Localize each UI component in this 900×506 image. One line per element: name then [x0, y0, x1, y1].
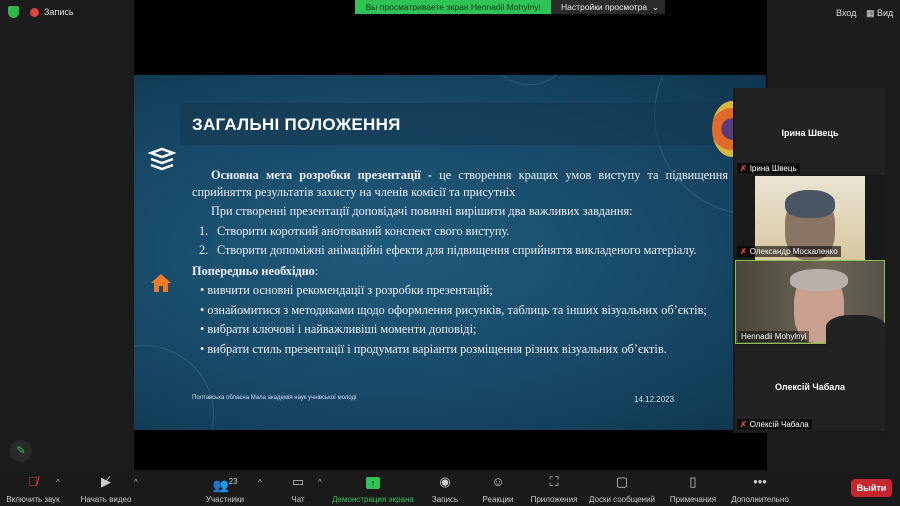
participants-label: Участники	[205, 495, 245, 504]
top-bar: Запись Вы просматриваете экран Hennadii …	[0, 0, 900, 25]
record-icon: ◉	[439, 474, 451, 489]
participant-shirt	[826, 315, 886, 345]
whiteboards-label: Доски сообщений	[588, 495, 655, 504]
unmute-button[interactable]: 🎙̸ Включить звук	[4, 473, 62, 504]
participant-hair	[785, 190, 835, 218]
tasks-intro: При створенні презентації доповідачі пов…	[211, 204, 633, 218]
audio-options-caret[interactable]: ^	[56, 478, 60, 487]
participants-button[interactable]: 👥23 Участники	[200, 473, 250, 504]
prereq-heading: Попередньо необхідно	[192, 263, 315, 278]
home-icon	[151, 274, 171, 292]
share-screen-button[interactable]: ↑ Демонстрация экрана	[330, 473, 416, 504]
active-speaker-video[interactable]: Hennadii Mohylnyi	[735, 260, 886, 345]
more-label: Дополнительно	[731, 495, 789, 504]
share-screen-icon: ↑	[330, 473, 416, 491]
participants-icon-group: 👥23	[200, 473, 250, 493]
list-text: Створити допоміжні анімаційні ефекти для…	[217, 243, 697, 257]
reactions-button[interactable]: ☺ Реакции	[480, 473, 516, 504]
viewing-screen-banner: Вы просматриваете экран Hennadii Mohylny…	[355, 0, 551, 14]
leave-button[interactable]: Выйти	[851, 479, 892, 497]
list-item: 1. Створити короткий анотований конспект …	[192, 223, 728, 240]
participants-options-caret[interactable]: ^	[258, 478, 262, 487]
more-dots-icon: •••	[753, 474, 767, 489]
apps-button[interactable]: ⛶ Приложения	[528, 473, 580, 504]
participant-nametag: ✗ Олексій Чабала	[737, 419, 812, 430]
reactions-icon: ☺	[491, 474, 505, 489]
whiteboard-icon: ▢	[615, 474, 629, 489]
view-label: Вид	[877, 8, 894, 18]
slide-footer: Полтавська обласна Мала академія наук уч…	[192, 395, 357, 401]
participant-nametag: Hennadii Mohylnyi	[738, 331, 810, 342]
start-video-button[interactable]: ▶̸ Начать видео	[78, 473, 134, 504]
view-button[interactable]: ▦ Вид	[866, 8, 893, 19]
participant-name: Олексій Чабала	[749, 420, 809, 429]
chevron-down-icon: ⌄	[651, 2, 659, 12]
slide-body: Основна мета розробки презентації - це с…	[192, 167, 728, 360]
bullet-item: • вибрати ключові і найважливіші моменти…	[200, 322, 477, 336]
goal-bold: Основна мета розробки презентації -	[211, 168, 433, 182]
meeting-toolbar: 🎙̸ Включить звук ^ ▶̸ Начать видео ^ 👥23 Уч…	[0, 470, 900, 506]
participants-icon: 👥	[212, 477, 229, 493]
chat-button[interactable]: ▭ Чат	[284, 473, 312, 504]
books-icon	[148, 147, 176, 171]
decor-ring	[494, 75, 564, 85]
record-button[interactable]: ◉ Запись	[428, 473, 462, 504]
participant-name: Олександр Москаленко	[749, 247, 838, 256]
record-icon	[30, 8, 39, 17]
bullet-item: • вибрати стиль презентації і продумати …	[200, 341, 667, 356]
chat-label: Чат	[291, 495, 305, 504]
list-number: 1.	[199, 223, 209, 238]
start-video-label: Начать видео	[80, 495, 132, 504]
grid-icon: ▦	[866, 8, 878, 18]
list-number: 2.	[199, 243, 209, 257]
chat-icon: ▭	[291, 474, 305, 489]
participants-video-panel: Ірина Швець ✗ Ірина Швець ✗ Олександр Моск…	[733, 88, 887, 433]
participant-tile[interactable]: Олексій Чабала ✗ Олексій Чабала	[735, 345, 885, 431]
muted-mic-icon: ✗	[740, 420, 747, 429]
whiteboards-button[interactable]: ▢ Доски сообщений	[586, 473, 658, 504]
muted-mic-icon: ✗	[740, 247, 747, 256]
slide-date: 14.12.2023	[634, 395, 675, 404]
list-text: Створити короткий анотований конспект св…	[217, 223, 510, 238]
apps-icon: ⛶	[549, 474, 559, 489]
share-screen-label: Демонстрация экрана	[332, 495, 414, 504]
participant-tile[interactable]: Ірина Швець ✗ Ірина Швець	[735, 88, 885, 175]
bullet-item: • вивчити основні рекомендації з розробк…	[200, 283, 493, 297]
presentation-slide: ЗАГАЛЬНІ ПОЛОЖЕННЯ Основна мета розробки…	[134, 75, 766, 430]
notes-icon: ▯	[689, 474, 697, 489]
notes-button[interactable]: ▯ Примечания	[668, 473, 718, 504]
participant-name-center: Олексій Чабала	[774, 382, 846, 392]
more-button[interactable]: ••• Дополнительно	[728, 473, 792, 504]
list-item: 2. Створити допоміжні анімаційні ефекти д…	[192, 242, 728, 259]
reactions-label: Реакции	[482, 495, 514, 504]
chat-options-caret[interactable]: ^	[318, 478, 322, 487]
record-label: Запись	[431, 495, 459, 504]
view-options-button[interactable]: Настройки просмотра ⌄	[551, 0, 665, 14]
muted-mic-icon: ✗	[740, 164, 747, 173]
participant-name: Hennadii Mohylnyi	[741, 332, 807, 341]
participant-nametag: ✗ Ірина Швець	[737, 163, 800, 174]
video-off-icon: ▶̸	[101, 474, 111, 489]
participant-nametag: ✗ Олександр Москаленко	[737, 246, 841, 257]
participant-hair	[790, 269, 848, 291]
participant-name-center: Ірина Швець	[781, 128, 839, 138]
notes-label: Примечания	[669, 495, 717, 504]
video-options-caret[interactable]: ^	[134, 478, 138, 487]
apps-label: Приложения	[530, 495, 578, 504]
view-options-label: Настройки просмотра	[561, 2, 648, 12]
annotate-pencil-icon[interactable]: ✎	[10, 440, 32, 462]
slide-title: ЗАГАЛЬНІ ПОЛОЖЕННЯ	[192, 115, 401, 134]
security-shield-icon[interactable]	[8, 6, 19, 18]
participant-name: Ірина Швець	[749, 164, 797, 173]
muted-mic-icon: 🎙̸	[28, 474, 38, 489]
unmute-label: Включить звук	[6, 495, 60, 504]
colon: :	[314, 263, 319, 278]
participants-count: 23	[228, 477, 238, 486]
bullet-item: • ознайомитися з методиками щодо оформле…	[200, 302, 707, 317]
enter-button[interactable]: Вход	[836, 8, 856, 18]
recording-label: Запись	[44, 7, 74, 17]
